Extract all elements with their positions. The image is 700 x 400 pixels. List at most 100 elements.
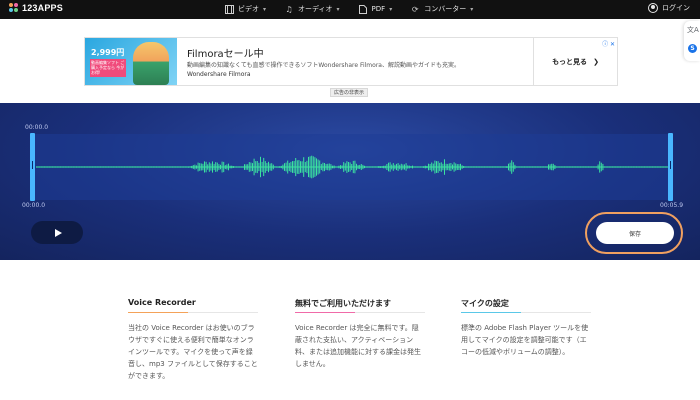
waveform-sample <box>76 166 77 168</box>
waveform-sample <box>140 166 141 168</box>
play-icon <box>54 228 62 237</box>
nav-item-audio[interactable]: ♫ オーディオ ▾ <box>284 2 339 16</box>
waveform-sample <box>207 164 209 170</box>
waveform-sample <box>141 166 143 168</box>
waveform-sample <box>144 166 146 168</box>
waveform-sample <box>661 166 663 168</box>
translate-icon[interactable]: 文A <box>687 25 699 35</box>
waveform-sample <box>100 166 101 168</box>
waveform-sample <box>373 166 375 168</box>
ad-thumbnail[interactable]: 2,999円 動画編集ソフト ご購入予定なら 今がお得! <box>85 38 177 85</box>
waveform-sample <box>55 166 57 168</box>
login-label: ログイン <box>662 4 690 12</box>
waveform-sample <box>632 166 634 168</box>
waveform-sample <box>311 155 313 179</box>
waveform-sample <box>164 166 165 168</box>
chevron-down-icon: ▾ <box>470 5 474 13</box>
waveform-sample <box>637 166 639 168</box>
nav-item-label: オーディオ <box>298 5 333 13</box>
waveform-sample <box>650 166 652 168</box>
waveform-sample <box>208 162 210 172</box>
waveform-sample <box>236 166 237 168</box>
waveform-sample <box>346 161 348 173</box>
play-button[interactable] <box>31 221 83 244</box>
waveform-sample <box>562 166 564 168</box>
logo[interactable]: 123APPS <box>9 3 63 13</box>
waveform-sample <box>460 163 461 171</box>
waveform-sample <box>484 166 485 168</box>
waveform-sample <box>226 164 228 170</box>
waveform-sample <box>320 164 322 170</box>
info-divider <box>128 312 258 313</box>
info-text: 標準の Adobe Flash Player ツールを使用してマイクの設定を調整… <box>461 324 589 356</box>
waveform-sample <box>245 164 247 170</box>
waveform-sample <box>488 166 490 168</box>
nav-item-pdf[interactable]: PDF ▾ <box>358 2 392 16</box>
waveform-sample <box>218 164 220 170</box>
waveform-sample <box>495 166 497 168</box>
extension-icon[interactable]: S <box>688 44 697 53</box>
waveform-sample <box>114 166 116 168</box>
waveform-sample <box>412 165 413 169</box>
waveform-sample <box>282 164 284 170</box>
waveform-sample <box>378 166 380 168</box>
waveform-sample <box>498 166 500 168</box>
top-navigation-bar: 123APPS ビデオ ▾ ♫ オーディオ ▾ PDF ▾ ⟳ コンバーター ▾ <box>0 0 700 19</box>
waveform-sample <box>176 166 178 168</box>
waveform-sample <box>573 166 575 168</box>
waveform-sample <box>501 166 503 168</box>
waveform-sample <box>212 161 213 173</box>
waveform-sample <box>440 162 442 172</box>
nav-item-converter[interactable]: ⟳ コンバーター ▾ <box>410 2 473 16</box>
waveform-sample <box>304 162 306 173</box>
waveform-sample <box>231 165 233 169</box>
nav-item-video[interactable]: ビデオ ▾ <box>224 2 266 16</box>
info-title: Voice Recorder <box>128 298 196 307</box>
save-button[interactable]: 保存 <box>596 222 674 244</box>
waveform-sample <box>202 163 204 171</box>
waveform-sample <box>199 163 201 171</box>
waveform-sample <box>653 166 655 168</box>
trim-end-handle[interactable] <box>668 133 673 201</box>
waveform-sample <box>616 166 618 168</box>
info-text: 当社の Voice Recorder はお使いのブラウザですぐに使える便利で簡単… <box>128 324 258 380</box>
ad-choices-icon[interactable]: ⓘ ✕ <box>602 39 615 48</box>
waveform-sample <box>458 164 460 170</box>
waveform-sample <box>298 160 300 174</box>
waveform-sample <box>522 166 524 168</box>
advertisement-banner[interactable]: 2,999円 動画編集ソフト ご購入予定なら 今がお得! Filmoraセール中… <box>84 37 618 86</box>
info-divider <box>461 312 591 313</box>
waveform-sample <box>354 160 356 174</box>
waveform-sample <box>628 166 629 168</box>
waveform-sample <box>476 166 477 168</box>
ad-character-image <box>133 42 169 85</box>
waveform-sample <box>205 161 207 173</box>
waveform-sample <box>364 165 365 169</box>
waveform-sample <box>71 166 73 168</box>
waveform-sample <box>37 166 39 168</box>
ad-thumb-price: 2,999円 <box>91 48 125 57</box>
waveform-sample <box>432 163 434 171</box>
hide-ad-button[interactable]: 広告の非表示 <box>330 88 369 97</box>
waveform-sample <box>416 166 418 168</box>
waveform-sample <box>244 164 245 170</box>
waveform-sample <box>296 160 298 174</box>
waveform-sample <box>480 166 482 168</box>
trim-start-handle[interactable] <box>30 133 35 201</box>
waveform-sample <box>514 164 516 170</box>
login-button[interactable]: ログイン <box>648 3 690 13</box>
waveform-sample <box>551 163 553 171</box>
waveform-sample <box>95 166 97 168</box>
waveform-sample <box>466 166 468 168</box>
waveform-sample <box>506 166 508 168</box>
waveform-sample <box>135 166 137 168</box>
waveform-sample <box>640 166 642 168</box>
waveform-sample <box>540 166 541 168</box>
ad-title[interactable]: Filmoraセール中 <box>187 45 264 60</box>
waveform-sample <box>479 166 481 168</box>
waveform-sample <box>408 165 410 169</box>
waveform-sample <box>391 164 393 170</box>
film-icon <box>224 4 234 14</box>
waveform-sample <box>429 164 431 170</box>
waveform-sample <box>404 164 405 170</box>
